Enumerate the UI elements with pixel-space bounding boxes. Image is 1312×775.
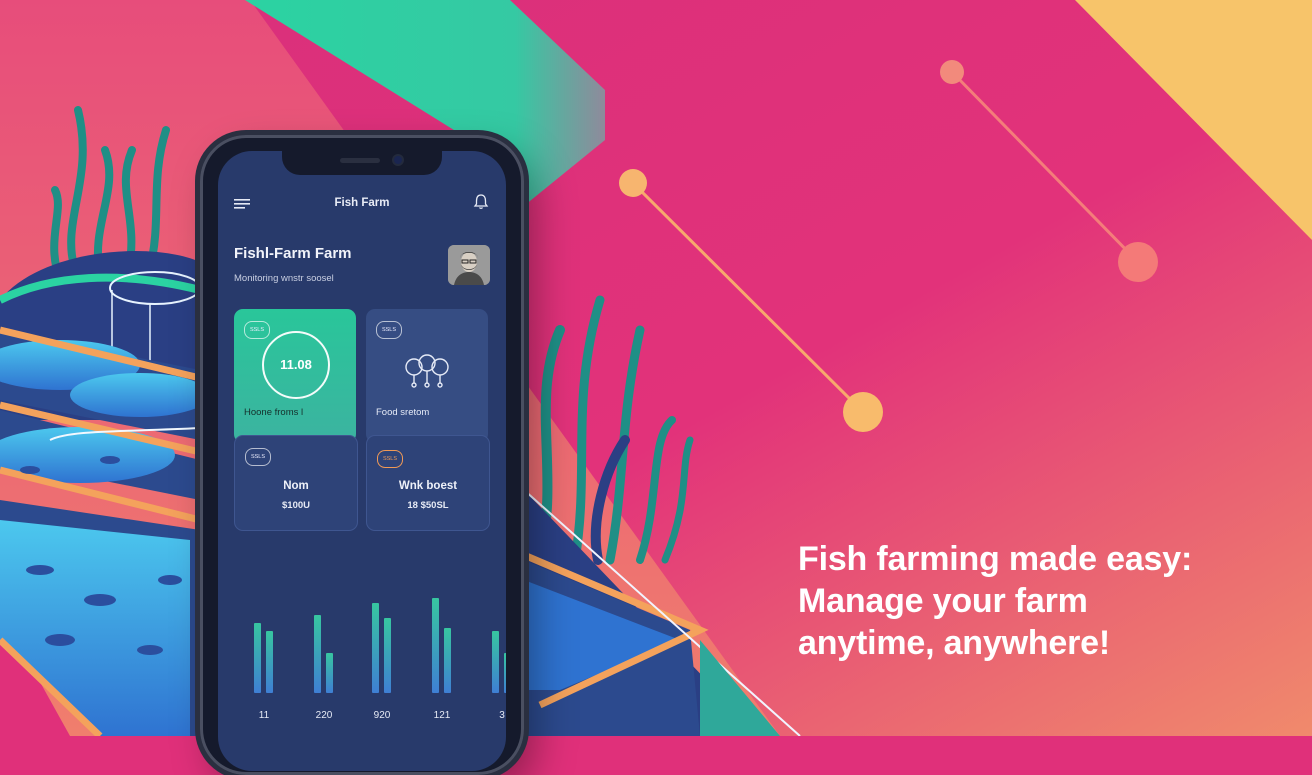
speaker-grille [340,158,380,163]
app-title: Fish Farm [334,197,390,209]
chart-bar [432,598,439,693]
phone-mockup: Fish Farm Fishl-Farm Farm Monitoring wns… [200,135,524,775]
farm-name-heading: Fishl-Farm Farm [234,245,352,262]
headline-line-3: anytime, anywhere! [798,624,1110,662]
front-camera [394,156,402,164]
reading-ring: 11.08 [262,331,330,399]
chart-bar [444,628,451,693]
chart-bar [504,653,506,693]
chart-tick-label: 11 [258,710,270,721]
card-value: $100U [282,500,310,511]
ring-value: 11.08 [280,357,312,372]
card-badge: SSLS [376,321,402,339]
card-value: 18 $50SL [407,500,449,511]
promo-headline: Fish farming made easy: Manage your farm… [798,538,1288,664]
chart-tick-label: 3 [499,710,505,721]
chart-tick-label: 220 [315,710,333,721]
farm-subtitle: Monitoring wnstr soosel [234,273,334,284]
user-avatar[interactable] [448,245,490,285]
weekly-boost-card[interactable]: SSLS Wnk boest 18 $50SL [366,435,490,531]
card-badge: SSLS [377,450,403,468]
app-screen: Fish Farm Fishl-Farm Farm Monitoring wns… [218,151,506,771]
app-topbar: Fish Farm [218,193,506,217]
water-status-card[interactable]: SSLS 11.08 Hoone froms l [234,309,356,443]
phone-notch [282,151,442,175]
chart-bar [314,615,321,693]
chart-bar [372,603,379,693]
feeder-icon [405,354,449,388]
card-badge: SSLS [245,448,271,466]
card-title: Nom [283,480,309,492]
chart-bar [492,631,499,693]
stock-card[interactable]: SSLS Nom $100U [234,435,358,531]
headline-line-1: Fish farming made easy: [798,540,1193,578]
card-label: Food sretom [376,407,430,418]
card-label: Hoone froms l [244,407,304,418]
food-system-card[interactable]: SSLS Food sretom [366,309,488,443]
chart-bar [326,653,333,693]
chart-bar [266,631,273,693]
notification-bell-icon[interactable] [472,193,490,211]
chart-tick-label: 121 [433,710,451,721]
chart-tick-label: 920 [373,710,391,721]
avatar-portrait-icon [448,245,490,285]
card-title: Wnk boest [398,480,458,492]
bar-chart: 11 220 920 121 3 [234,571,506,731]
headline-line-2: Manage your farm [798,582,1088,620]
chart-bar [384,618,391,693]
chart-bar [254,623,261,693]
